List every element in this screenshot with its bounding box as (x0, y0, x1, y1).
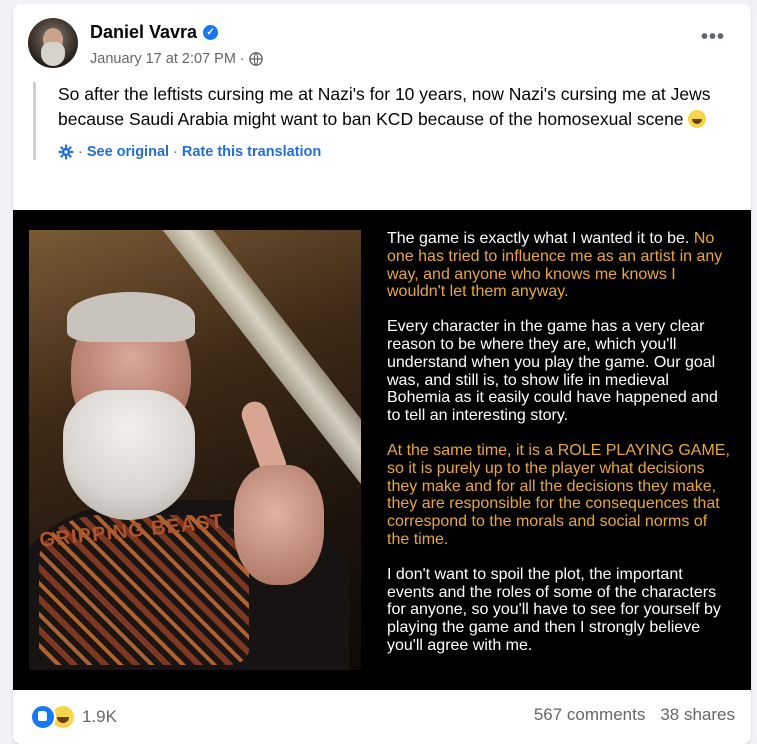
man-beard (63, 390, 195, 520)
laughing-emoji-icon (688, 110, 707, 128)
post-card: Daniel Vavra ✓ January 17 at 2:07 PM · •… (13, 4, 751, 744)
post-footer: 1.9K 567 comments 38 shares (13, 702, 751, 732)
statement-paragraph-4: I don't want to spoil the plot, the impo… (387, 565, 721, 654)
image-statement: The game is exactly what I wanted it to … (387, 230, 732, 672)
shares-count[interactable]: 38 shares (660, 705, 735, 725)
post-text-content: So after the leftists cursing me at Nazi… (58, 84, 711, 129)
meta-separator: · (239, 51, 245, 67)
translation-bar: · See original · Rate this translation (58, 144, 748, 160)
see-original-link[interactable]: See original (87, 144, 169, 160)
post-body: So after the leftists cursing me at Nazi… (33, 82, 748, 160)
man-hair (67, 292, 195, 342)
reaction-count: 1.9K (82, 707, 117, 726)
comments-count[interactable]: 567 comments (534, 705, 646, 725)
globe-icon (248, 52, 263, 66)
gear-icon[interactable] (58, 144, 74, 160)
post-text: So after the leftists cursing me at Nazi… (58, 82, 748, 132)
avatar-beard (41, 42, 65, 66)
post-image[interactable]: GRIPPING BEAST The game is exactly what … (13, 210, 751, 690)
man-hand (234, 465, 324, 585)
translate-separator: · (173, 144, 178, 160)
post-meta: January 17 at 2:07 PM · (90, 50, 263, 68)
author-name[interactable]: Daniel Vavra (90, 22, 197, 43)
verified-badge-icon: ✓ (203, 24, 219, 40)
post-header: Daniel Vavra ✓ January 17 at 2:07 PM · •… (13, 4, 751, 74)
statement-paragraph-2: Every character in the game has a very c… (387, 318, 718, 425)
reactions-summary[interactable]: 1.9K (30, 704, 117, 730)
man-photo: GRIPPING BEAST (29, 230, 361, 670)
rate-translation-link[interactable]: Rate this translation (182, 144, 321, 160)
author-avatar[interactable] (28, 18, 78, 68)
statement-line-white: The game is exactly what I wanted it to … (387, 230, 690, 247)
statement-paragraph-1: The game is exactly what I wanted it to … (387, 230, 732, 301)
more-options-icon[interactable]: ••• (701, 27, 725, 47)
statement-paragraph-3: At the same time, it is a ROLE PLAYING G… (387, 441, 730, 548)
translate-separator: · (78, 144, 83, 160)
post-timestamp[interactable]: January 17 at 2:07 PM (90, 51, 236, 67)
like-reaction-icon (30, 704, 56, 730)
engagement-counts: 567 comments 38 shares (534, 705, 735, 725)
author-row: Daniel Vavra ✓ (90, 21, 219, 43)
